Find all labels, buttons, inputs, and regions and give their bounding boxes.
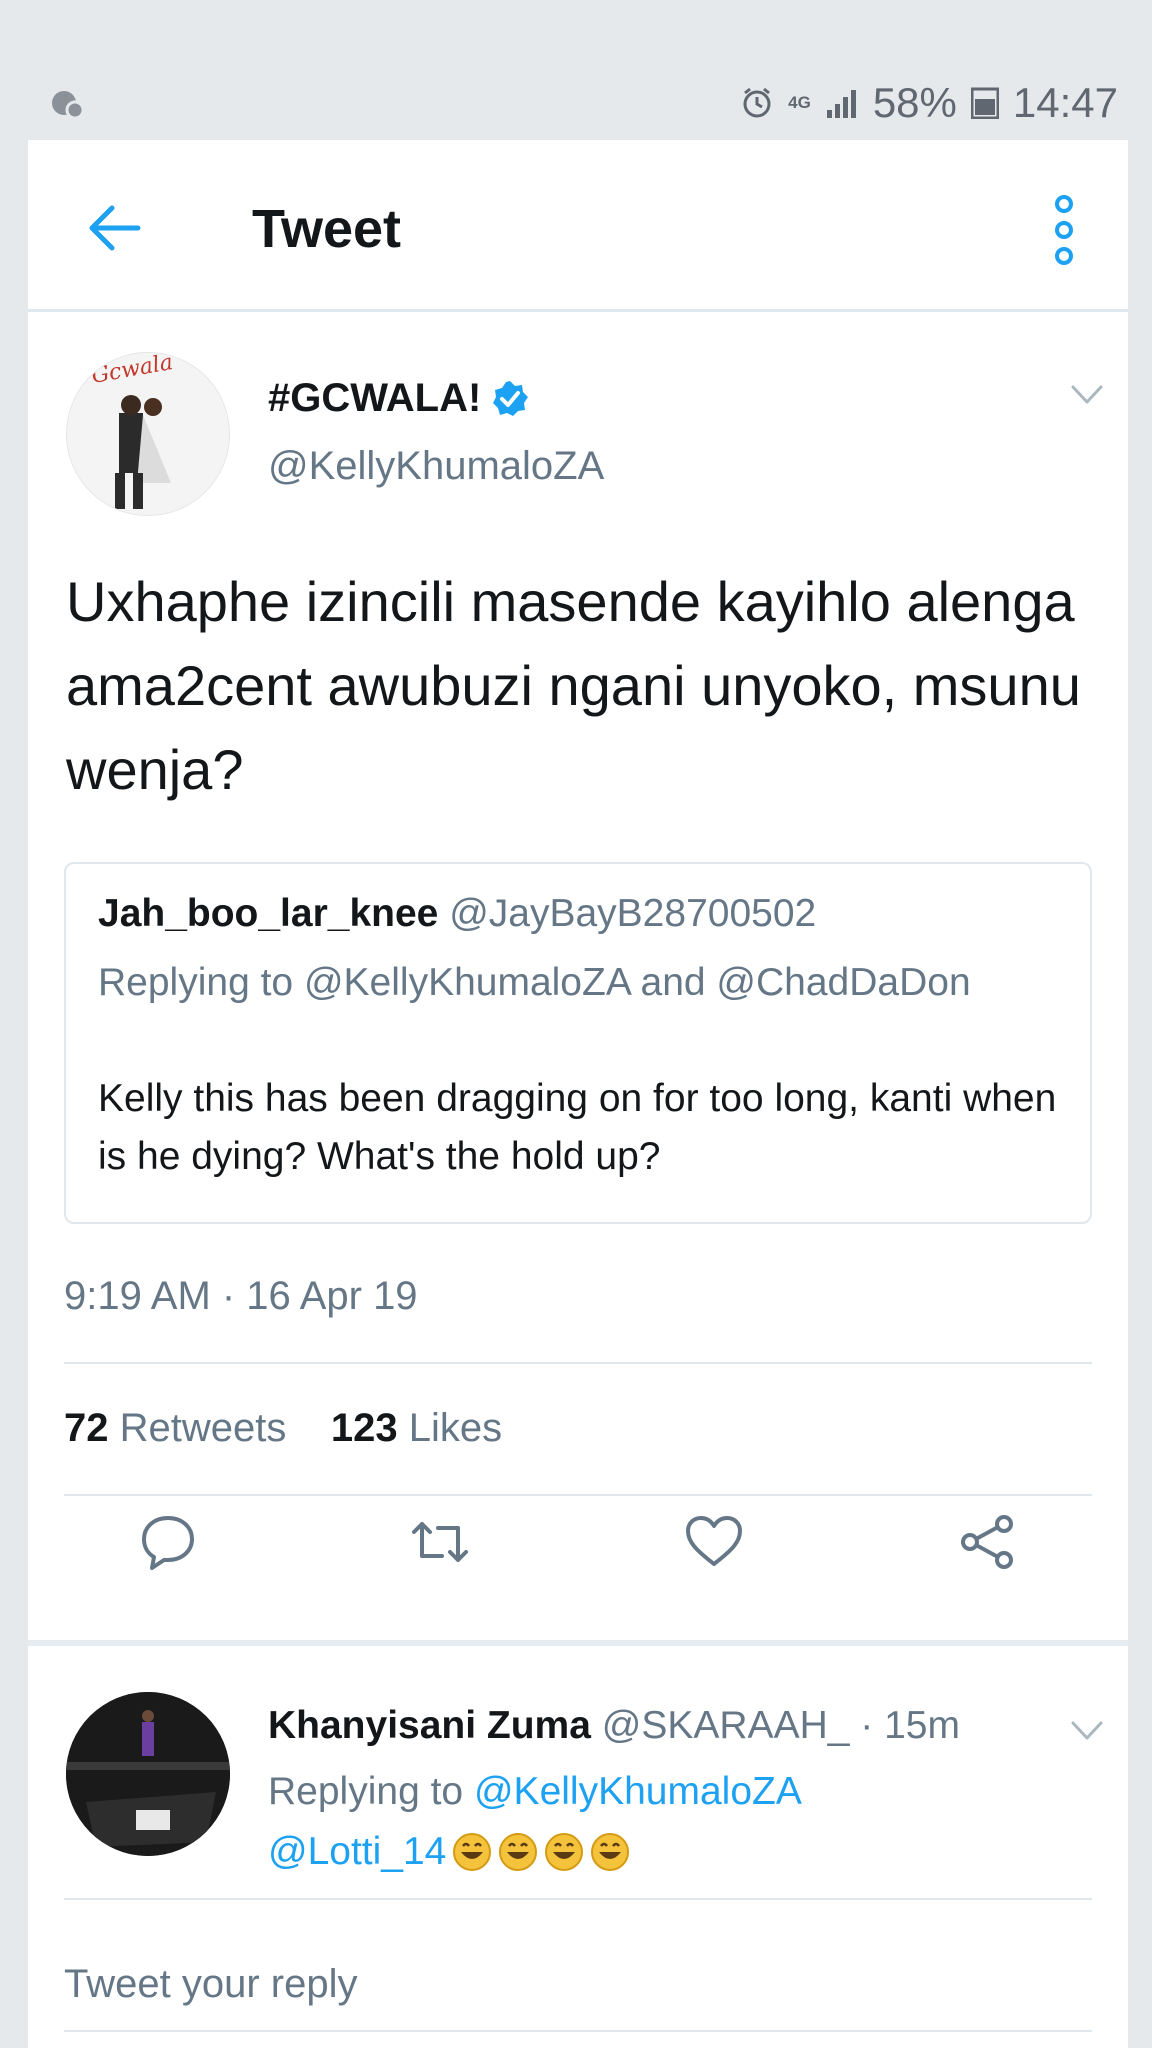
wedding-photo-image: Gcwala — [67, 353, 229, 515]
chevron-down-icon[interactable] — [1070, 384, 1104, 406]
stage-photo-image — [66, 1692, 230, 1856]
back-arrow-icon[interactable] — [86, 204, 142, 252]
reply-author-avatar[interactable] — [66, 1692, 230, 1856]
retweets-count: 72 — [64, 1406, 109, 1450]
mention-link[interactable]: @Lotti_14 — [268, 1830, 446, 1874]
tweet-timestamp: 9:19 AM · 16 Apr 19 — [64, 1274, 418, 1318]
network-type-label: 4G — [788, 93, 811, 112]
grinning-face-emoji-icon — [453, 1833, 492, 1871]
verified-badge-icon — [493, 380, 529, 416]
replying-to-link[interactable]: @KellyKhumaloZA — [474, 1770, 802, 1813]
tweet-detail-screen: Tweet Gcwala #GCWALA! @KellyKhumaloZA Ux… — [28, 140, 1128, 2048]
author-display-name: #GCWALA! — [268, 376, 482, 420]
reply-replying-to: Replying to @KellyKhumaloZA — [268, 1770, 802, 1814]
more-options-icon[interactable] — [1052, 194, 1076, 266]
battery-icon — [970, 87, 999, 119]
reply-text: @Lotti_14 — [268, 1830, 630, 1874]
quoted-tweet-text: Kelly this has been dragging on for too … — [98, 1077, 1057, 1178]
retweet-icon[interactable] — [408, 1510, 472, 1574]
reply-author-name[interactable]: Khanyisani Zuma — [268, 1704, 591, 1747]
grinning-face-emoji-icon — [545, 1833, 584, 1871]
status-bar: 4G 58% 14:47 — [0, 0, 1152, 140]
likes-stat[interactable]: 123 Likes — [331, 1406, 502, 1450]
divider — [64, 1494, 1092, 1496]
reply-input[interactable]: Tweet your reply — [64, 1962, 357, 2007]
quoted-tweet[interactable]: Jah_boo_lar_knee @JayBayB28700502 Replyi… — [64, 862, 1092, 1224]
reply-input-underline — [64, 2030, 1092, 2032]
reply-icon[interactable] — [136, 1510, 200, 1574]
like-heart-icon[interactable] — [682, 1510, 746, 1574]
app-bar: Tweet — [28, 140, 1128, 312]
likes-label: Likes — [408, 1406, 503, 1450]
retweets-label: Retweets — [119, 1406, 287, 1450]
author-handle[interactable]: @KellyKhumaloZA — [268, 444, 604, 489]
quoted-author-handle: @JayBayB28700502 — [449, 892, 817, 935]
status-right: 4G 58% 14:47 — [740, 78, 1118, 128]
quoted-replying-to: Replying to @KellyKhumaloZA and @ChadDaD… — [98, 961, 971, 1004]
quoted-tweet-header: Jah_boo_lar_knee @JayBayB28700502 — [98, 892, 816, 936]
reply-time: · 15m — [860, 1704, 960, 1747]
tweet-stats: 72 Retweets 123 Likes — [64, 1406, 502, 1451]
tweet-actions — [28, 1510, 1128, 1590]
grinning-face-emoji-icon — [591, 1833, 630, 1871]
likes-count: 123 — [330, 1406, 398, 1450]
clock: 14:47 — [1012, 79, 1118, 126]
tweet-text: Uxhaphe izincili masende kayihlo alenga … — [66, 570, 1081, 801]
share-icon[interactable] — [956, 1510, 1020, 1574]
quoted-author-name: Jah_boo_lar_knee — [98, 892, 439, 935]
reply-author-handle[interactable]: @SKARAAH_ — [602, 1704, 850, 1747]
notification-icon — [52, 91, 84, 120]
divider — [64, 1898, 1092, 1900]
retweets-stat[interactable]: 72 Retweets — [64, 1406, 286, 1450]
replying-to-label: Replying to — [268, 1770, 464, 1813]
chevron-down-icon[interactable] — [1070, 1720, 1104, 1742]
divider — [64, 1362, 1092, 1364]
battery-percent: 58% — [872, 79, 957, 126]
alarm-icon — [743, 87, 771, 118]
section-separator — [28, 1640, 1128, 1646]
author-name[interactable]: #GCWALA! — [268, 376, 529, 421]
signal-icon — [826, 90, 856, 118]
page-title: Tweet — [252, 199, 402, 259]
author-avatar[interactable]: Gcwala — [66, 352, 230, 516]
grinning-face-emoji-icon — [499, 1833, 538, 1871]
reply-header: Khanyisani Zuma @SKARAAH_ · 15m — [268, 1704, 960, 1748]
